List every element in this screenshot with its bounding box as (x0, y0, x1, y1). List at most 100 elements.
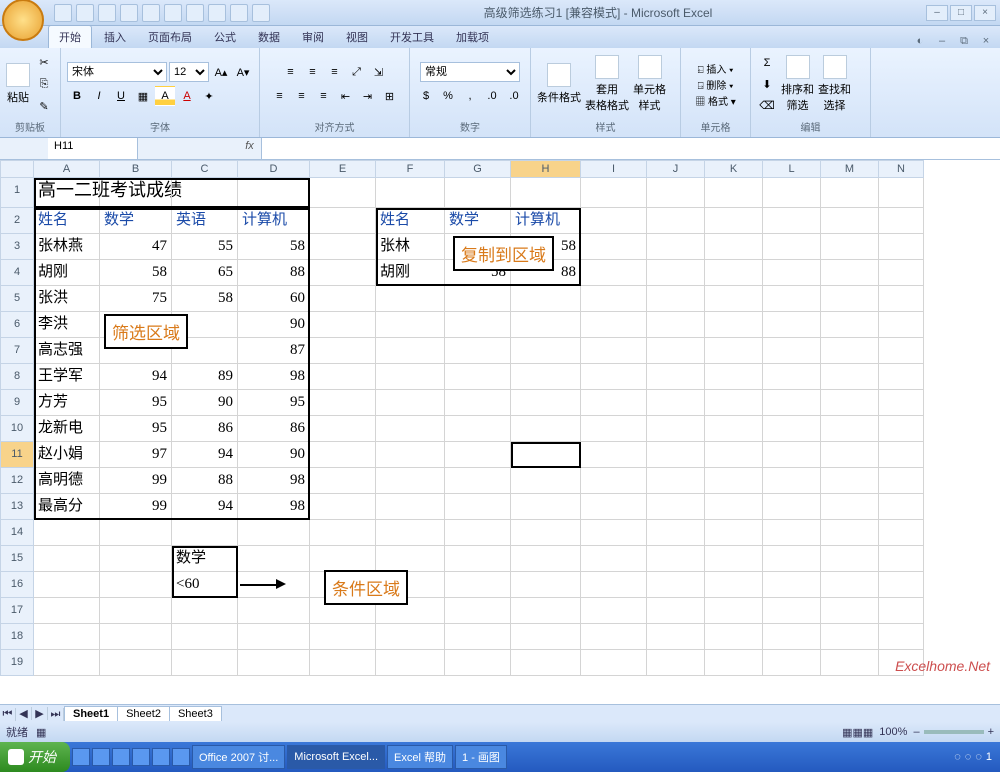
taskbar-item[interactable]: Office 2007 讨... (192, 745, 285, 769)
cell-D14[interactable] (238, 520, 310, 546)
spreadsheet-grid[interactable]: ABCDEFGHIJKLMN 1234567891011121314151617… (0, 160, 1000, 704)
cell-C5[interactable]: 58 (172, 286, 238, 312)
tab-插入[interactable]: 插入 (94, 26, 136, 48)
cell-E19[interactable] (310, 650, 376, 676)
cell-I1[interactable] (581, 178, 647, 208)
cell-N5[interactable] (879, 286, 924, 312)
cell-D17[interactable] (238, 598, 310, 624)
cell-J14[interactable] (647, 520, 705, 546)
cell-G14[interactable] (445, 520, 511, 546)
currency-icon[interactable]: $ (416, 86, 436, 106)
cell-J12[interactable] (647, 468, 705, 494)
cell-F9[interactable] (376, 390, 445, 416)
help-icon[interactable]: ◐ (912, 35, 928, 48)
cell-H19[interactable] (511, 650, 581, 676)
cell-H9[interactable] (511, 390, 581, 416)
view-normal-icon[interactable]: ▦ (842, 726, 852, 739)
formula-input[interactable] (262, 138, 1000, 159)
cell-B17[interactable] (100, 598, 172, 624)
cell-F12[interactable] (376, 468, 445, 494)
cell-D13[interactable]: 98 (238, 494, 310, 520)
cell-A8[interactable]: 王学军 (34, 364, 100, 390)
sheet-tab-Sheet1[interactable]: Sheet1 (64, 706, 118, 721)
tab-开始[interactable]: 开始 (48, 25, 92, 48)
cell-N10[interactable] (879, 416, 924, 442)
taskbar-item[interactable]: Microsoft Excel... (287, 745, 385, 769)
cell-L6[interactable] (763, 312, 821, 338)
col-header-L[interactable]: L (763, 160, 821, 178)
cell-G9[interactable] (445, 390, 511, 416)
cell-A11[interactable]: 赵小娟 (34, 442, 100, 468)
cell-G18[interactable] (445, 624, 511, 650)
cell-J4[interactable] (647, 260, 705, 286)
row-header-5[interactable]: 5 (0, 286, 34, 312)
wrap-text-icon[interactable]: ⇲ (369, 62, 389, 82)
cell-K8[interactable] (705, 364, 763, 390)
find-select-button[interactable]: 查找和 选择 (818, 55, 851, 113)
col-header-M[interactable]: M (821, 160, 879, 178)
inc-decimal-icon[interactable]: .0 (482, 86, 502, 106)
cell-L19[interactable] (763, 650, 821, 676)
taskbar-item[interactable]: Excel 帮助 (387, 745, 453, 769)
cell-L16[interactable] (763, 572, 821, 598)
quick-launch-icon[interactable] (152, 748, 170, 766)
zoom-in-icon[interactable]: + (988, 726, 994, 738)
indent-dec-icon[interactable]: ⇤ (336, 86, 356, 106)
cell-E18[interactable] (310, 624, 376, 650)
cell-C19[interactable] (172, 650, 238, 676)
quick-launch-icon[interactable] (132, 748, 150, 766)
cell-H5[interactable] (511, 286, 581, 312)
cell-E9[interactable] (310, 390, 376, 416)
cell-G7[interactable] (445, 338, 511, 364)
sort-filter-button[interactable]: 排序和 筛选 (781, 55, 814, 113)
cell-B12[interactable]: 99 (100, 468, 172, 494)
cell-B9[interactable]: 95 (100, 390, 172, 416)
align-right-icon[interactable]: ≡ (314, 86, 334, 106)
row-header-7[interactable]: 7 (0, 338, 34, 364)
cell-C2[interactable]: 英语 (172, 208, 238, 234)
cell-F4[interactable]: 胡刚 (376, 260, 445, 286)
system-tray[interactable]: ◌◌◌1 (946, 751, 1000, 763)
sheet-next-icon[interactable]: ▶ (32, 707, 48, 720)
sheet-last-icon[interactable]: ⏭ (48, 708, 64, 721)
cell-J3[interactable] (647, 234, 705, 260)
cell-C3[interactable]: 55 (172, 234, 238, 260)
cell-M14[interactable] (821, 520, 879, 546)
cell-N15[interactable] (879, 546, 924, 572)
cell-L12[interactable] (763, 468, 821, 494)
tab-审阅[interactable]: 审阅 (292, 26, 334, 48)
cell-M11[interactable] (821, 442, 879, 468)
cell-M5[interactable] (821, 286, 879, 312)
cell-N14[interactable] (879, 520, 924, 546)
qat-icon[interactable] (186, 4, 204, 22)
cell-I7[interactable] (581, 338, 647, 364)
cell-D5[interactable]: 60 (238, 286, 310, 312)
row-header-9[interactable]: 9 (0, 390, 34, 416)
cell-C8[interactable]: 89 (172, 364, 238, 390)
cell-M9[interactable] (821, 390, 879, 416)
font-color-icon[interactable]: A (177, 86, 197, 106)
cell-C18[interactable] (172, 624, 238, 650)
cell-J16[interactable] (647, 572, 705, 598)
cell-D2[interactable]: 计算机 (238, 208, 310, 234)
cell-F18[interactable] (376, 624, 445, 650)
col-header-F[interactable]: F (376, 160, 445, 178)
tab-页面布局[interactable]: 页面布局 (138, 26, 202, 48)
doc-restore-icon[interactable]: ⧉ (956, 35, 972, 48)
cell-J7[interactable] (647, 338, 705, 364)
qat-icon[interactable] (142, 4, 160, 22)
view-layout-icon[interactable]: ▦ (852, 726, 862, 739)
cell-A7[interactable]: 高志强 (34, 338, 100, 364)
cell-N3[interactable] (879, 234, 924, 260)
cell-L7[interactable] (763, 338, 821, 364)
cell-M2[interactable] (821, 208, 879, 234)
cell-I6[interactable] (581, 312, 647, 338)
sheet-prev-icon[interactable]: ◀ (16, 707, 32, 720)
cell-G2[interactable]: 数学 (445, 208, 511, 234)
copy-icon[interactable]: ⎘ (34, 74, 54, 94)
cell-L13[interactable] (763, 494, 821, 520)
tray-icon[interactable]: ◌ (965, 751, 972, 763)
cell-I3[interactable] (581, 234, 647, 260)
cell-H7[interactable] (511, 338, 581, 364)
cell-N17[interactable] (879, 598, 924, 624)
